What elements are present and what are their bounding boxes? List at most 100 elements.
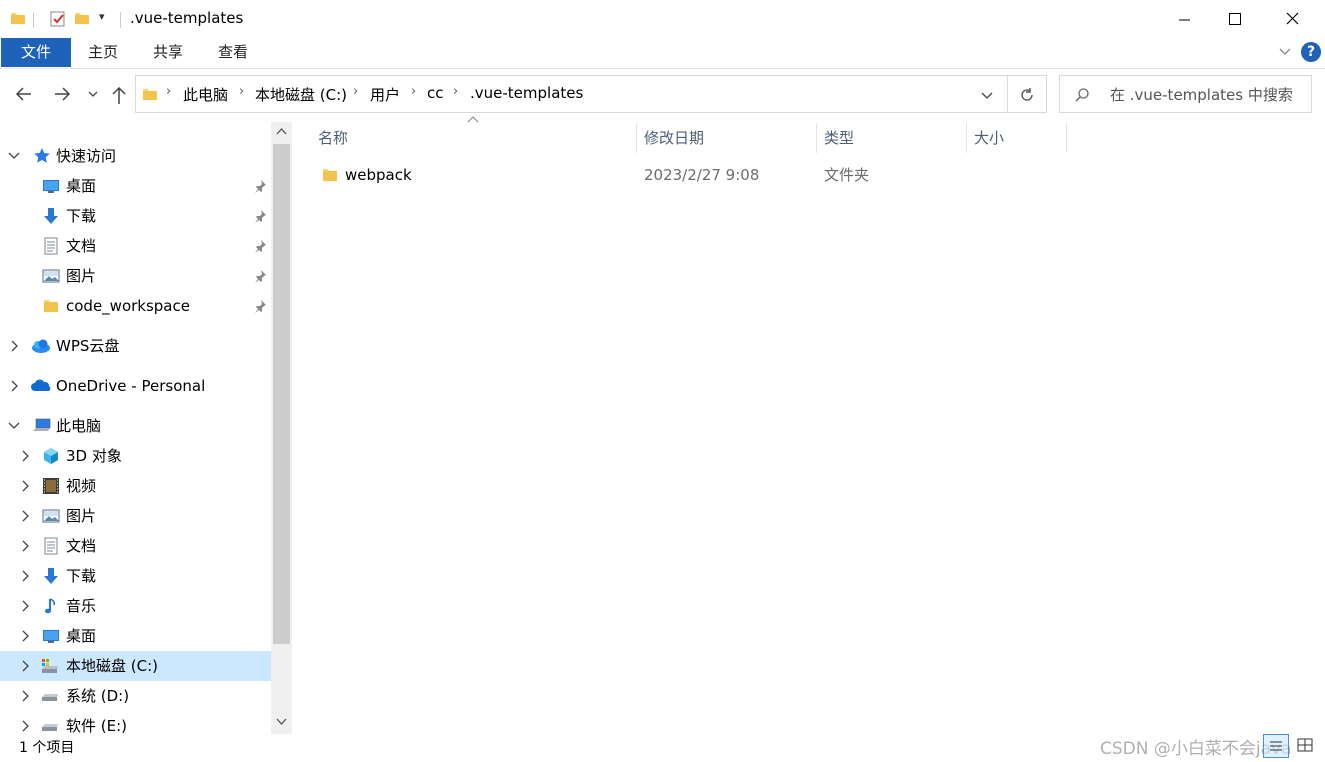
sidebar-item-label: 文档 (66, 537, 97, 555)
breadcrumb-separator[interactable]: › (353, 84, 358, 99)
arrow-right-icon (55, 87, 71, 101)
address-bar[interactable]: › 此电脑 › 本地磁盘 (C:) › 用户 › cc › .vue-templ… (135, 75, 1047, 113)
chevron-right-icon[interactable] (17, 591, 33, 621)
column-header-type[interactable]: 类型 (824, 123, 854, 153)
sidebar-item-documents-pc[interactable]: 文档 (0, 531, 271, 561)
column-divider[interactable] (816, 123, 817, 153)
up-button[interactable] (109, 84, 129, 106)
title-bar: ▾ .vue-templates (0, 0, 1325, 38)
picture-icon (42, 267, 60, 285)
breadcrumb-separator[interactable]: › (239, 84, 244, 99)
chevron-right-icon[interactable] (17, 621, 33, 651)
tab-file[interactable]: 文件 (1, 38, 71, 67)
address-history-button[interactable] (980, 88, 994, 102)
download-icon (42, 207, 60, 225)
sidebar-item-label: 文档 (66, 237, 97, 255)
drive-icon (40, 717, 58, 734)
chevron-right-icon[interactable] (17, 651, 33, 681)
sidebar-item-desktop-pc[interactable]: 桌面 (0, 621, 271, 651)
sidebar-item-documents[interactable]: 文档 (0, 231, 271, 261)
breadcrumb-separator[interactable]: › (453, 84, 458, 99)
sidebar-item-this-pc[interactable]: 此电脑 (0, 411, 271, 441)
minimize-button[interactable] (1162, 4, 1208, 34)
sidebar-item-desktop[interactable]: 桌面 (0, 171, 271, 201)
file-row[interactable]: webpack 2023/2/27 9:08 文件夹 (310, 160, 1060, 190)
sidebar-item-onedrive[interactable]: OneDrive - Personal (0, 371, 271, 401)
tab-view[interactable]: 查看 (218, 38, 248, 67)
recent-locations-button[interactable] (87, 88, 99, 100)
chevron-right-icon[interactable] (17, 561, 33, 591)
new-folder-icon[interactable] (74, 10, 90, 26)
pin-icon[interactable] (253, 239, 267, 253)
desktop-icon (42, 177, 60, 195)
scroll-up-icon[interactable] (276, 126, 287, 137)
maximize-button[interactable] (1212, 4, 1258, 34)
column-divider[interactable] (966, 123, 967, 153)
sidebar-item-label: 音乐 (66, 597, 97, 615)
scroll-down-icon[interactable] (276, 716, 287, 727)
sidebar-item-local-disk-c[interactable]: 本地磁盘 (C:) (0, 651, 271, 681)
pin-icon[interactable] (253, 209, 267, 223)
breadcrumb-separator[interactable]: › (166, 84, 171, 99)
chevron-right-icon[interactable] (17, 531, 33, 561)
sidebar-item-system-d[interactable]: 系统 (D:) (0, 681, 271, 711)
expand-ribbon-icon[interactable] (1278, 44, 1292, 58)
sidebar-item-downloads-pc[interactable]: 下载 (0, 561, 271, 591)
column-divider[interactable] (1066, 123, 1067, 153)
column-header-name[interactable]: 名称 (318, 123, 348, 153)
breadcrumb-this-pc[interactable]: 此电脑 (183, 84, 228, 105)
item-count: 1 个项目 (19, 740, 75, 756)
sidebar-item-label: 视频 (66, 477, 97, 495)
sidebar-item-wps[interactable]: WPS云盘 (0, 331, 271, 361)
close-button[interactable] (1270, 4, 1316, 34)
chevron-down-icon[interactable] (6, 411, 22, 441)
breadcrumb-c-drive[interactable]: 本地磁盘 (C:) (255, 84, 347, 105)
sidebar-item-quick-access[interactable]: 快速访问 (0, 141, 271, 171)
pin-icon[interactable] (253, 269, 267, 283)
sidebar-item-pictures[interactable]: 图片 (0, 261, 271, 291)
sidebar-item-software-e[interactable]: 软件 (E:) (0, 711, 271, 734)
sidebar-scrollbar-thumb[interactable] (273, 144, 290, 644)
sidebar-item-music[interactable]: 音乐 (0, 591, 271, 621)
properties-icon[interactable] (49, 10, 67, 28)
chevron-right-icon[interactable] (17, 501, 33, 531)
column-header-modified[interactable]: 修改日期 (644, 123, 704, 153)
pin-icon[interactable] (253, 299, 267, 313)
drive-icon (40, 687, 58, 705)
sidebar-item-pictures-pc[interactable]: 图片 (0, 501, 271, 531)
column-header-size[interactable]: 大小 (974, 123, 1004, 153)
chevron-right-icon[interactable] (17, 441, 33, 471)
chevron-right-icon[interactable] (17, 681, 33, 711)
breadcrumb-cc[interactable]: cc (427, 84, 444, 102)
sidebar-item-3d-objects[interactable]: 3D 对象 (0, 441, 271, 471)
tab-home[interactable]: 主页 (88, 38, 118, 67)
sidebar-item-downloads[interactable]: 下载 (0, 201, 271, 231)
sidebar-item-code-workspace[interactable]: code_workspace (0, 291, 271, 321)
breadcrumb-users[interactable]: 用户 (370, 84, 400, 105)
customize-quick-access-icon[interactable]: ▾ (99, 10, 105, 23)
chevron-right-icon[interactable] (17, 711, 33, 734)
chevron-right-icon[interactable] (17, 471, 33, 501)
chevron-right-icon[interactable] (6, 371, 22, 401)
sidebar-item-label: 快速访问 (56, 147, 117, 165)
breadcrumb-separator[interactable]: › (411, 84, 416, 99)
sidebar-item-label: WPS云盘 (56, 337, 120, 355)
forward-button[interactable] (52, 84, 72, 104)
breadcrumb-current[interactable]: .vue-templates (470, 84, 583, 102)
pin-icon[interactable] (253, 179, 267, 193)
chevron-down-icon[interactable] (6, 141, 22, 171)
sidebar-item-label: 此电脑 (56, 417, 102, 435)
file-type: 文件夹 (824, 166, 870, 184)
help-icon[interactable]: ? (1301, 42, 1321, 62)
arrow-up-icon (112, 86, 126, 104)
sidebar-item-videos[interactable]: 视频 (0, 471, 271, 501)
chevron-right-icon[interactable] (6, 331, 22, 361)
column-divider[interactable] (636, 123, 637, 153)
sidebar-item-label: 桌面 (66, 177, 97, 195)
back-button[interactable] (14, 84, 34, 104)
details-view-button[interactable] (1263, 734, 1289, 758)
refresh-button[interactable] (1018, 86, 1036, 104)
large-icons-view-button[interactable] (1293, 734, 1319, 758)
search-box[interactable]: 在 .vue-templates 中搜索 (1059, 75, 1312, 113)
tab-share[interactable]: 共享 (153, 38, 183, 67)
